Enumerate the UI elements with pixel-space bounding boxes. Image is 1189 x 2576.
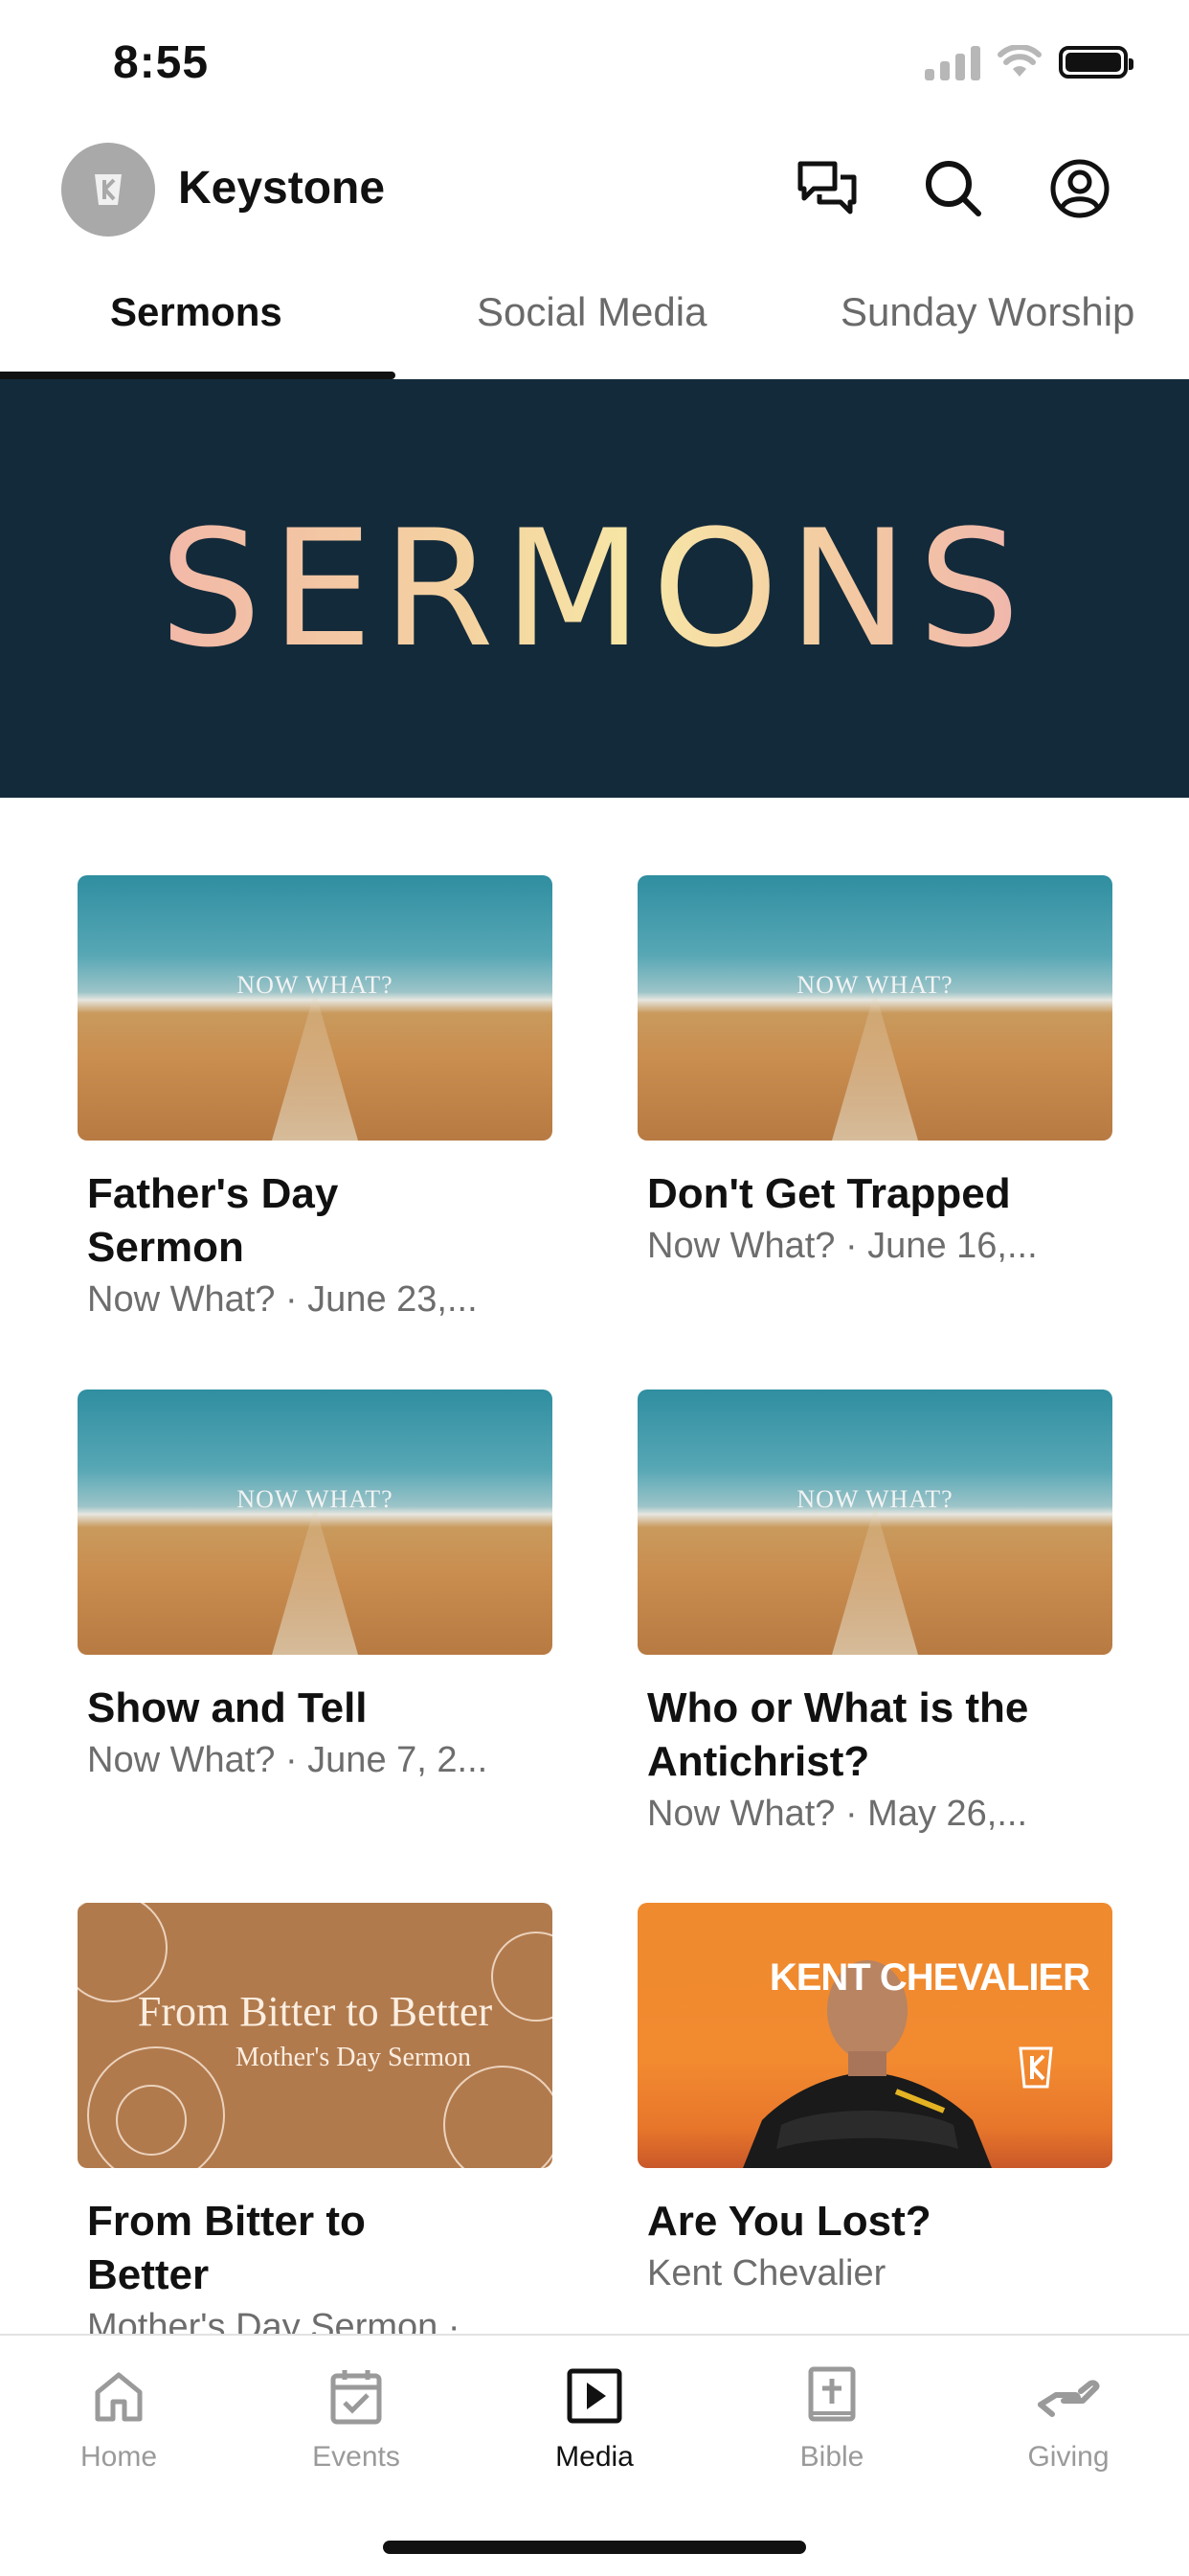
- sermon-title: Are You Lost?: [647, 2198, 931, 2245]
- account-icon: [1050, 159, 1110, 218]
- wifi-icon: [998, 45, 1042, 77]
- sermon-title: From Bitter to Better: [87, 2198, 366, 2298]
- nav-home[interactable]: Home: [23, 2361, 214, 2474]
- nav-bible-label: Bible: [799, 2441, 864, 2473]
- tab-sermons[interactable]: Sermons: [110, 289, 282, 335]
- tab-social-media[interactable]: Social Media: [477, 289, 707, 335]
- thumbnail-caption: NOW WHAT?: [236, 971, 393, 999]
- sermon-thumbnail: NOW WHAT?: [638, 1390, 1112, 1655]
- nav-media[interactable]: Media: [499, 2361, 690, 2474]
- sermon-subtitle: Now What? · June 7, 2...: [87, 1740, 488, 1780]
- sermon-card[interactable]: NOW WHAT? Don't Get Trapped Now What? · …: [638, 875, 1112, 1271]
- nav-bible[interactable]: Bible: [736, 2361, 928, 2474]
- bible-icon: [808, 2366, 856, 2422]
- thumbnail-caption: NOW WHAT?: [796, 1485, 953, 1513]
- nav-media-label: Media: [555, 2441, 634, 2473]
- search-button[interactable]: [919, 154, 988, 223]
- banner-title: SERMONS: [159, 494, 1030, 683]
- sermon-subtitle: Now What? · May 26,...: [647, 1794, 1028, 1834]
- keystone-logo-icon: [1019, 2046, 1053, 2089]
- nav-events[interactable]: Events: [260, 2361, 452, 2474]
- battery-icon: [1059, 46, 1133, 79]
- sermon-card[interactable]: NOW WHAT? Show and Tell Now What? · June…: [78, 1390, 552, 1785]
- cellular-signal-icon: [925, 44, 980, 80]
- nav-giving[interactable]: Giving: [973, 2361, 1164, 2474]
- sermon-title: Don't Get Trapped: [647, 1170, 1011, 1217]
- nav-giving-label: Giving: [1027, 2441, 1110, 2473]
- sermon-thumbnail: From Bitter to Better Mother's Day Sermo…: [78, 1903, 552, 2168]
- sermon-subtitle: Now What? · June 16,...: [647, 1226, 1038, 1266]
- sermon-thumbnail: NOW WHAT?: [78, 875, 552, 1141]
- profile-button[interactable]: [1045, 154, 1114, 223]
- sermon-title: Who or What is the Antichrist?: [647, 1684, 1029, 1785]
- search-icon: [926, 161, 981, 216]
- media-tabs: Sermons Social Media Sunday Worship: [0, 268, 1189, 380]
- sermon-card[interactable]: From Bitter to Better Mother's Day Sermo…: [78, 1903, 552, 2352]
- sermon-title: Show and Tell: [87, 1684, 368, 1731]
- chat-icon: [797, 161, 857, 215]
- app-header: Keystone: [0, 139, 1189, 244]
- app-title: Keystone: [178, 163, 386, 214]
- giving-hand-icon: [1038, 2380, 1100, 2417]
- thumbnail-speaker-name: KENT CHEVALIER: [769, 1956, 1090, 1999]
- play-icon: [567, 2368, 622, 2424]
- tab-sunday-worship[interactable]: Sunday Worship: [841, 289, 1134, 335]
- calendar-icon: [330, 2370, 382, 2425]
- nav-events-label: Events: [312, 2441, 400, 2473]
- sermon-title: Father's Day Sermon: [87, 1170, 339, 1271]
- sermon-card[interactable]: NOW WHAT? Father's Day Sermon Now What? …: [78, 875, 552, 1324]
- home-indicator[interactable]: [383, 2541, 806, 2554]
- sermon-thumbnail: KENT CHEVALIER: [638, 1903, 1112, 2168]
- thumbnail-caption: NOW WHAT?: [796, 971, 953, 999]
- sermon-thumbnail: NOW WHAT?: [78, 1390, 552, 1655]
- nav-home-label: Home: [79, 2441, 158, 2473]
- active-tab-indicator: [0, 372, 395, 379]
- sermon-subtitle: Now What? · June 23,...: [87, 1279, 478, 1320]
- status-time: 8:55: [113, 37, 210, 88]
- home-icon: [95, 2372, 143, 2422]
- thumbnail-caption: NOW WHAT?: [236, 1485, 393, 1513]
- messages-button[interactable]: [793, 154, 862, 223]
- thumbnail-subtitle: Mother's Day Sermon: [235, 2043, 472, 2072]
- thumbnail-title: From Bitter to Better: [137, 1988, 493, 2035]
- sermon-subtitle: Kent Chevalier: [647, 2253, 886, 2294]
- keystone-logo-icon: [95, 174, 122, 205]
- status-bar: 8:55: [0, 0, 1189, 129]
- sermons-banner: SERMONS: [0, 379, 1189, 798]
- sermon-card[interactable]: NOW WHAT? Who or What is the Antichrist?…: [638, 1390, 1112, 1839]
- keystone-logo[interactable]: [61, 143, 155, 237]
- sermon-card[interactable]: KENT CHEVALIER Are You Lost? Kent Cheval…: [638, 1903, 1112, 2298]
- status-icons: [925, 44, 1133, 80]
- sermon-thumbnail: NOW WHAT?: [638, 875, 1112, 1141]
